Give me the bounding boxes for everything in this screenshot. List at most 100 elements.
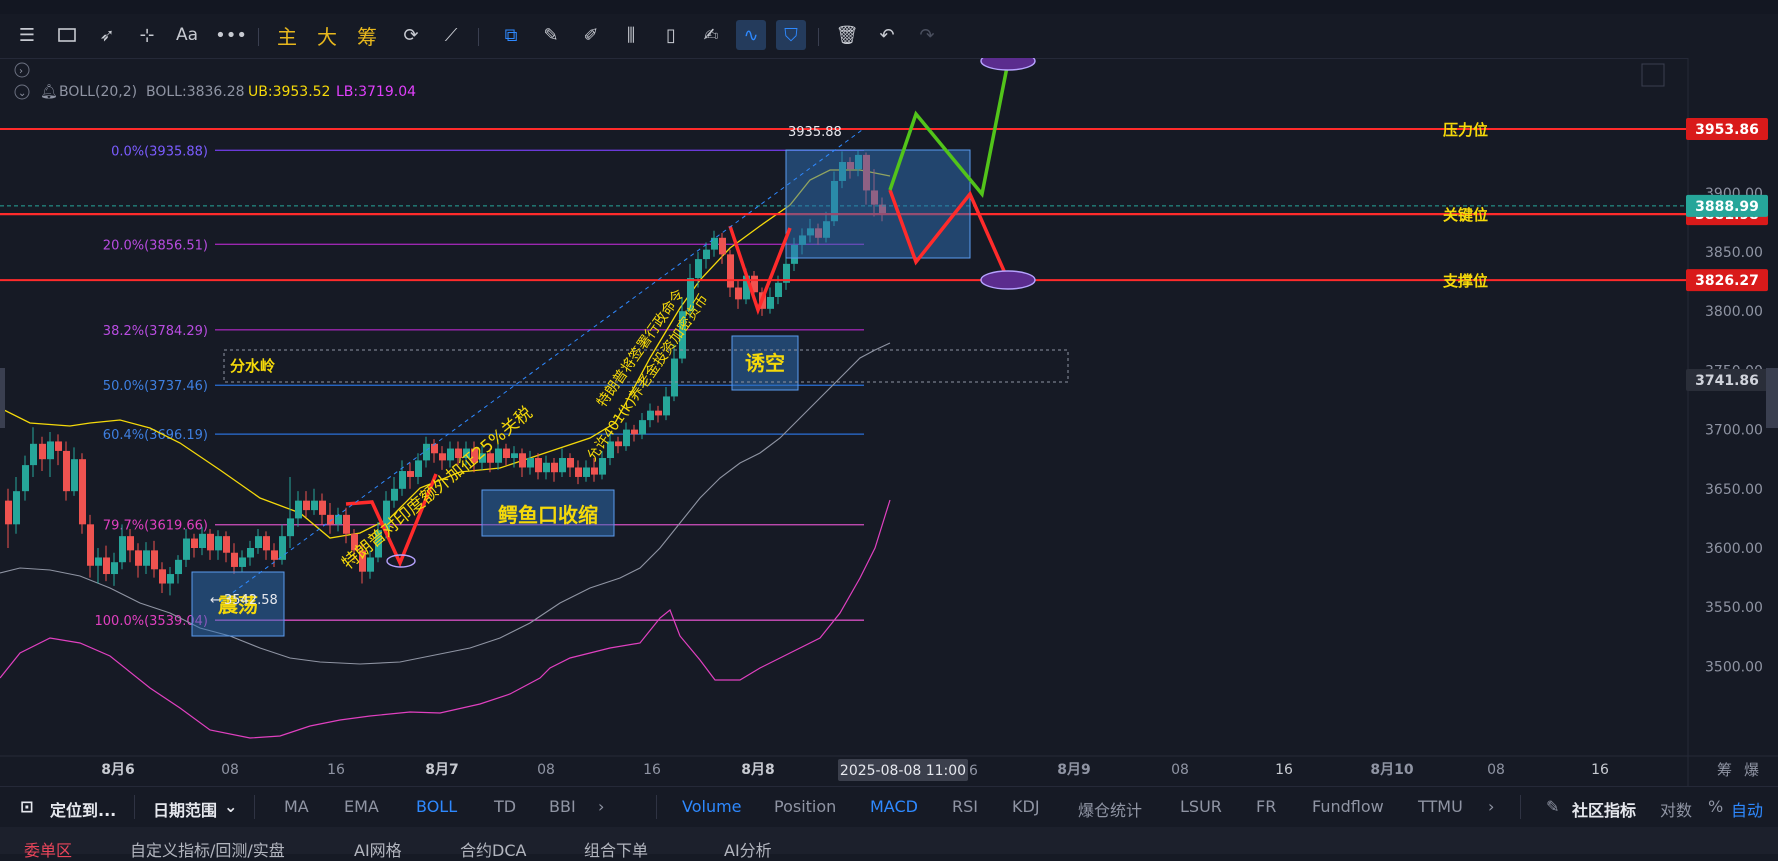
more-icon[interactable]: ••• — [215, 20, 247, 50]
boll-name[interactable]: BOLL(20,2) — [59, 84, 137, 100]
sub-fundflow[interactable]: Fundflow — [1312, 797, 1384, 816]
sub-rsi[interactable]: RSI — [952, 797, 978, 816]
tab-contract-dca[interactable]: 合约DCA — [460, 837, 526, 861]
right-drawer-handle[interactable] — [1766, 368, 1778, 428]
ruler-icon[interactable]: ⟋ — [436, 20, 466, 50]
chevron-right-icon[interactable]: › — [598, 797, 604, 816]
da-button[interactable]: 大 — [312, 20, 342, 50]
horizontal-line-icon[interactable]: ⊹ — [132, 20, 162, 50]
target-up-marker[interactable] — [980, 58, 1036, 71]
text-icon[interactable]: Aa — [172, 20, 202, 50]
candle-body — [103, 557, 110, 575]
sub-macd[interactable]: MACD — [870, 797, 918, 816]
candle-body — [583, 467, 590, 477]
candle-body — [711, 237, 718, 250]
locate-button[interactable]: 定位到... — [50, 797, 116, 821]
candle-body — [199, 533, 206, 548]
fullscreen-icon[interactable] — [1641, 63, 1665, 87]
edit-icon[interactable]: ✎ — [1546, 797, 1559, 816]
redo-icon[interactable]: ↷ — [912, 20, 942, 50]
ind-ma[interactable]: MA — [284, 797, 309, 816]
filter-icon[interactable]: ⛉ — [776, 20, 806, 50]
zhu-button[interactable]: 主 — [272, 20, 302, 50]
chevron-down-icon[interactable]: ⌄ — [224, 797, 237, 816]
chou-label[interactable]: 筹 — [1717, 761, 1732, 779]
clipboard-icon[interactable]: ▯ — [656, 20, 686, 50]
ind-ema[interactable]: EMA — [344, 797, 379, 816]
ind-td[interactable]: TD — [494, 797, 516, 816]
top-strip — [0, 0, 1778, 15]
undo-icon[interactable]: ↶ — [872, 20, 902, 50]
sub-lsur[interactable]: LSUR — [1180, 797, 1222, 816]
percent-toggle[interactable]: % — [1708, 797, 1723, 816]
candle-body — [63, 450, 70, 492]
candle-body — [431, 443, 438, 454]
note-icon[interactable]: ✍ — [696, 20, 726, 50]
time-axis[interactable]: 8月6 08 16 8月7 08 16 8月8 8月9 08 16 8月10 08 16 2025-08-… — [0, 755, 1778, 781]
sub-volume[interactable]: Volume — [682, 797, 742, 816]
candle-body — [167, 574, 174, 584]
tab-ai-grid[interactable]: AI网格 — [354, 837, 402, 861]
candle-body — [519, 453, 526, 468]
trump-order-line2[interactable]: 允许401(k)养老金投资加密货币 — [583, 291, 712, 464]
candle-body — [623, 429, 630, 447]
chou-button[interactable]: 筹 — [352, 20, 382, 50]
sync-icon[interactable]: ⟳ — [396, 20, 426, 50]
pencil-icon[interactable]: ✎ — [536, 20, 566, 50]
sub-position[interactable]: Position — [774, 797, 836, 816]
auto-toggle[interactable]: 自动 — [1731, 797, 1763, 821]
rectangle-icon[interactable] — [52, 20, 82, 50]
candle-body — [559, 458, 566, 473]
candle-icon[interactable]: ⫼ — [616, 20, 646, 50]
brush-icon[interactable]: ✐ — [576, 20, 606, 50]
tab-orders[interactable]: 委单区 — [24, 837, 72, 861]
key-label: 关键位 — [1443, 206, 1488, 224]
candle-body — [343, 514, 350, 534]
price-tag-current: 3888.99 — [1695, 199, 1759, 215]
sub-kdj[interactable]: KDJ — [1012, 797, 1040, 816]
candle-body — [47, 441, 54, 460]
tab-custom-indicators[interactable]: 自定义指标/回测/实盘 — [130, 837, 285, 861]
price-tick: 3500.00 — [1705, 659, 1763, 675]
candle-body — [255, 536, 262, 548]
bell-icon[interactable]: 🔔︎ — [40, 84, 58, 100]
candle-body — [30, 443, 37, 466]
locate-icon[interactable]: ⊡ — [20, 797, 33, 816]
community-indicators[interactable]: 社区指标 — [1572, 797, 1636, 821]
log-toggle[interactable]: 对数 — [1660, 797, 1692, 821]
fib-level-label: 20.0%(3856.51) — [103, 238, 208, 253]
trash-icon[interactable]: 🗑 — [832, 20, 862, 50]
candle-body — [631, 429, 638, 435]
sub-ttmu[interactable]: TTMU — [1418, 797, 1463, 816]
candle-body — [279, 536, 286, 560]
menu-icon[interactable]: ☰ — [12, 20, 42, 50]
candle-body — [183, 538, 190, 560]
candle-body — [231, 552, 238, 567]
date-range-button[interactable]: 日期范围 — [153, 797, 217, 821]
candle-body — [239, 557, 246, 567]
sub-liquidation[interactable]: 爆仓统计 — [1078, 797, 1142, 821]
candle-body — [407, 471, 414, 477]
bao-label[interactable]: 爆 — [1744, 761, 1759, 779]
fib-level-label: 38.2%(3784.29) — [103, 324, 208, 339]
tab-ai-analysis[interactable]: AI分析 — [724, 837, 772, 861]
cursor-icon[interactable]: ➶ — [92, 20, 122, 50]
time-label: 8月8 — [741, 762, 774, 778]
ind-bbi[interactable]: BBI — [549, 797, 576, 816]
candle-body — [719, 237, 726, 255]
candle-body — [695, 259, 702, 279]
tab-combo-order[interactable]: 组合下单 — [584, 837, 648, 861]
price-chart[interactable]: › ⌄ 🔔︎ BOLL(20,2) BOLL:3836.28 UB:3953.5… — [0, 58, 1778, 786]
time-label: 16 — [1591, 762, 1609, 778]
sub-fr[interactable]: FR — [1256, 797, 1276, 816]
ind-boll[interactable]: BOLL — [416, 797, 457, 816]
left-drawer-handle[interactable] — [0, 368, 5, 428]
candle-body — [727, 254, 734, 288]
magnet-icon[interactable]: ⧉ — [496, 20, 526, 50]
fib-level-label: 100.0%(3539.04) — [95, 614, 208, 629]
link-icon[interactable]: ∿ — [736, 20, 766, 50]
candle-body — [127, 536, 134, 551]
target-down-marker[interactable] — [980, 270, 1036, 290]
trump-india-tariff[interactable]: 特朗普对印度额外加征25%关税 — [338, 403, 536, 574]
chevron-right-icon[interactable]: › — [1488, 797, 1494, 816]
